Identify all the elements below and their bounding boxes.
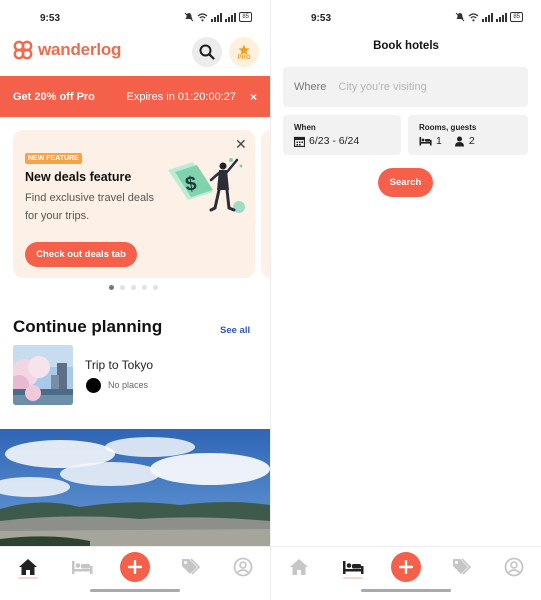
bell-muted-icon	[455, 12, 465, 22]
wifi-icon	[197, 13, 208, 22]
when-field[interactable]: When 6/23 - 6/24	[283, 115, 401, 155]
profile-icon	[233, 557, 253, 577]
when-value: 6/23 - 6/24	[309, 135, 360, 147]
nav-active-indicator	[18, 577, 38, 579]
wanderlog-logo-icon	[13, 40, 33, 60]
hotel-icon	[343, 561, 364, 574]
trip-places: No places	[108, 380, 149, 390]
app-logo: wanderlog	[13, 40, 121, 60]
book-hotels-screen: 9:53 85 Book hotels Where When 6/23 - 6/…	[271, 0, 541, 600]
trip-name: Trip to Tokyo	[85, 358, 154, 372]
system-home-indicator[interactable]	[90, 589, 180, 592]
guests-count: 2	[468, 135, 475, 147]
promo-banner[interactable]: Get 20% off Pro Expires in 01:20:00:27 ×	[0, 76, 270, 117]
calendar-icon	[294, 136, 305, 147]
feature-card: NEW FEATURE New deals feature Find exclu…	[13, 130, 255, 278]
nav-add-button[interactable]	[120, 552, 150, 582]
carousel-dot[interactable]	[120, 285, 125, 290]
feature-card-title: New deals feature	[25, 170, 132, 184]
search-button[interactable]	[192, 37, 222, 67]
carousel-dots	[109, 285, 158, 290]
rooms-guests-field[interactable]: Rooms, guests 1 2	[408, 115, 528, 155]
check-out-deals-button[interactable]: Check out deals tab	[25, 242, 137, 267]
search-icon	[199, 44, 215, 60]
tag-icon	[453, 558, 471, 575]
nav-hotels[interactable]	[338, 555, 368, 579]
status-icons: 85	[184, 12, 252, 22]
status-bar: 9:53 85	[271, 0, 541, 36]
carousel-dot[interactable]	[109, 285, 114, 290]
battery-icon: 85	[510, 12, 523, 22]
destination-photo[interactable]	[0, 429, 270, 546]
promo-countdown: Expires in 01:20:00:27	[126, 90, 236, 103]
feature-card-description: Find exclusive travel deals for your tri…	[25, 192, 155, 222]
wifi-icon	[468, 13, 479, 22]
when-label: When	[294, 123, 316, 132]
nav-profile[interactable]	[499, 555, 529, 579]
promo-close-button[interactable]: ×	[250, 90, 257, 104]
nav-deals[interactable]	[445, 555, 475, 579]
avatar	[86, 378, 101, 393]
status-time: 9:53	[311, 13, 332, 24]
status-time: 9:53	[40, 13, 61, 24]
plus-icon	[128, 560, 142, 574]
search-button[interactable]: Search	[378, 168, 433, 197]
where-input[interactable]	[338, 81, 489, 93]
nav-profile[interactable]	[228, 555, 258, 579]
page-title: Book hotels	[373, 40, 439, 52]
promo-title: Get 20% off Pro	[13, 90, 95, 103]
pro-button[interactable]: PRO	[229, 37, 259, 67]
carousel-dot[interactable]	[142, 285, 147, 290]
plus-icon	[399, 560, 413, 574]
feature-card-close-button[interactable]: ✕	[235, 136, 247, 153]
nav-hotels[interactable]	[67, 555, 97, 579]
next-card-peek[interactable]	[261, 130, 270, 278]
signal-icon	[211, 12, 223, 22]
status-bar: 9:53 85	[0, 0, 270, 36]
signal-icon	[482, 12, 494, 22]
new-feature-badge: NEW FEATURE	[25, 153, 82, 164]
hotel-icon	[72, 561, 93, 574]
nav-add-button[interactable]	[391, 552, 421, 582]
carousel-dot[interactable]	[153, 285, 158, 290]
nav-active-indicator	[343, 577, 363, 579]
rooms-guests-label: Rooms, guests	[419, 123, 477, 132]
see-all-link[interactable]: See all	[220, 325, 250, 336]
deals-illustration: $	[168, 158, 245, 213]
carousel-dot[interactable]	[131, 285, 136, 290]
signal-icon-2	[496, 12, 508, 22]
rooms-count: 1	[436, 135, 442, 147]
continue-planning-title: Continue planning	[13, 317, 163, 336]
home-icon	[19, 559, 37, 575]
person-icon	[454, 136, 464, 146]
battery-icon: 85	[239, 12, 252, 22]
bell-muted-icon	[184, 12, 194, 22]
system-home-indicator[interactable]	[361, 589, 451, 592]
nav-deals[interactable]	[174, 555, 204, 579]
profile-icon	[504, 557, 524, 577]
where-field[interactable]: Where	[283, 67, 528, 107]
trip-thumbnail	[13, 345, 73, 405]
pro-label: PRO	[237, 54, 251, 61]
nav-home[interactable]	[13, 555, 43, 579]
signal-icon-2	[225, 12, 237, 22]
nav-home[interactable]	[284, 555, 314, 579]
where-label: Where	[294, 81, 327, 93]
home-icon	[290, 559, 308, 575]
logo-text: wanderlog	[38, 40, 122, 59]
home-screen: 9:53 85 wanderlog PRO Get 20% off Pro Ex…	[0, 0, 270, 600]
tag-icon	[182, 558, 200, 575]
status-icons: 85	[455, 12, 523, 22]
bed-icon	[419, 137, 432, 146]
